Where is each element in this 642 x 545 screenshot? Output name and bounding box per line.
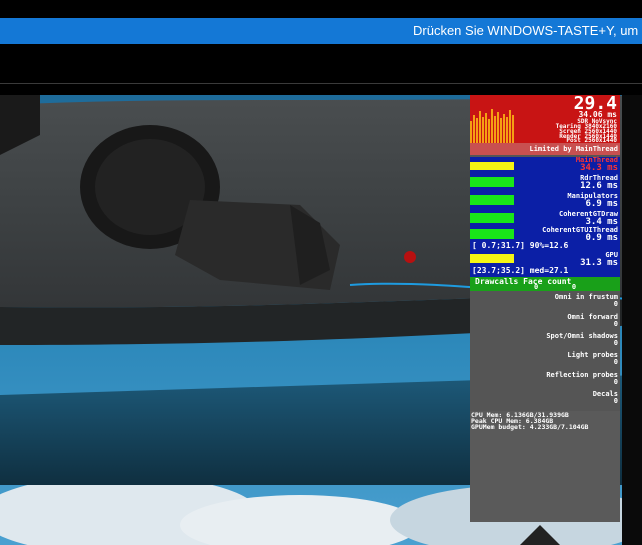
memory-stats: CPU Mem: 6.136GB/31.939GB Peak CPU Mem: …: [470, 411, 620, 522]
frame-time-graph: [470, 109, 514, 143]
coherentgtdraw-graph: [470, 213, 514, 223]
thread-value-rdr: 12.6 ms: [580, 181, 618, 191]
drawcalls-header: Drawcalls Face count 0 0: [470, 277, 620, 291]
fps-header: 29.4 34.06 ms SDR NoVsync Tearing 3840x2…: [470, 95, 620, 144]
stat-reflection-probes: Reflection probes: [546, 371, 618, 379]
divider-line: [0, 83, 642, 84]
stat-omni-forward: Omni forward: [567, 313, 618, 321]
stat-omni-frustum-value: 0: [613, 300, 618, 308]
debug-overlay-panel: 29.4 34.06 ms SDR NoVsync Tearing 3840x2…: [470, 95, 620, 522]
stat-shadows-value: 0: [613, 339, 618, 347]
coherentgtui-graph: [470, 229, 514, 239]
cpu-range: [ 0.7;31.7] 90%=12.6: [472, 241, 569, 250]
manipulators-graph: [470, 195, 514, 205]
limited-by-banner: Limited by MainThread: [470, 143, 620, 155]
mainthread-graph: [470, 162, 514, 170]
thread-timings: MainThread 34.3 ms RdrThread 12.6 ms Man…: [470, 157, 620, 277]
gpu-mem-budget: GPUMem budget: 4.233GB/7.104GB: [471, 423, 589, 431]
thread-value-gtui: 0.9 ms: [585, 233, 618, 243]
gpu-graph: [470, 254, 514, 263]
thread-value-main: 34.3 ms: [580, 163, 618, 173]
gpu-value: 31.3 ms: [580, 258, 618, 268]
stat-reflection-probes-value: 0: [613, 378, 618, 386]
rdrthread-graph: [470, 177, 514, 187]
stat-light-probes-value: 0: [613, 358, 618, 366]
window-top-area: [0, 44, 642, 84]
windows-notification-banner[interactable]: Drücken Sie WINDOWS-TASTE+Y, um sta: [0, 18, 642, 44]
drawcalls-values: 0 0: [534, 283, 577, 291]
limited-by-text: Limited by MainThread: [529, 145, 618, 153]
stat-shadows: Spot/Omni shadows: [546, 332, 618, 340]
gpu-range: [23.7;35.2] med=27.1: [472, 266, 569, 275]
stat-light-probes: Light probes: [567, 351, 618, 359]
stat-omni-forward-value: 0: [613, 320, 618, 328]
notification-text: Drücken Sie WINDOWS-TASTE+Y, um sta: [413, 23, 642, 38]
thread-value-manip: 6.9 ms: [585, 199, 618, 209]
stat-omni-frustum: Omni in frustum: [554, 293, 618, 301]
stat-decals-value: 0: [613, 397, 618, 405]
red-indicator: [404, 251, 416, 263]
